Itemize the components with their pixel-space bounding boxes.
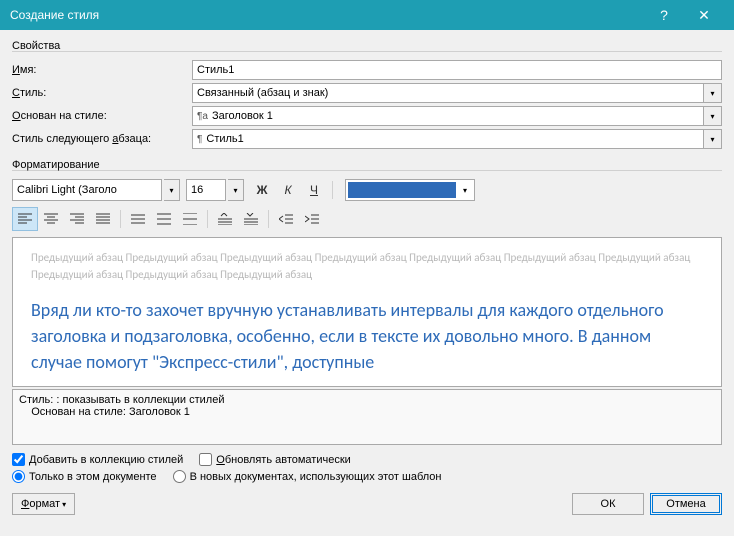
description-line: Основан на стиле: Заголовок 1 (19, 406, 715, 418)
bold-button[interactable]: Ж (250, 179, 274, 201)
font-color-select[interactable]: ▾ (345, 179, 475, 201)
para-space-decrease-button[interactable] (238, 207, 264, 231)
chevron-down-icon[interactable]: ▾ (704, 129, 722, 149)
preview-pane: Предыдущий абзац Предыдущий абзац Предыд… (12, 237, 722, 387)
line-spacing-1-button[interactable] (125, 207, 151, 231)
chevron-down-icon[interactable]: ▾ (164, 179, 180, 201)
line-spacing-2-button[interactable] (177, 207, 203, 231)
align-right-button[interactable] (64, 207, 90, 231)
preview-sample-text: Вряд ли кто-то захочет вручную устанавли… (31, 297, 703, 375)
title-text: Создание стиля (10, 8, 644, 22)
font-family-select[interactable]: Calibri Light (Заголо (12, 179, 162, 201)
chevron-down-icon[interactable]: ▾ (704, 83, 722, 103)
name-input[interactable] (192, 60, 722, 80)
auto-update-checkbox[interactable] (199, 453, 212, 466)
style-description: Стиль: : показывать в коллекции стилей О… (12, 389, 722, 445)
new-docs-radio[interactable] (173, 470, 186, 483)
add-to-collection-checkbox[interactable] (12, 453, 25, 466)
auto-update-label: Обновлять автоматически (216, 454, 351, 466)
only-this-doc-label: Только в этом документе (29, 471, 157, 483)
new-docs-label: В новых документах, использующих этот ша… (190, 471, 442, 483)
format-menu-button[interactable]: Формат ▾ (12, 493, 75, 515)
titlebar: Создание стиля ? ✕ (0, 0, 734, 30)
only-this-doc-radio[interactable] (12, 470, 25, 483)
based-on-select[interactable]: ¶aЗаголовок 1 (192, 106, 704, 126)
italic-button[interactable]: К (276, 179, 300, 201)
next-style-label: Стиль следующего абзаца: (12, 133, 192, 145)
next-style-select[interactable]: ¶Стиль1 (192, 129, 704, 149)
help-icon[interactable]: ? (644, 0, 684, 30)
align-left-button[interactable] (12, 207, 38, 231)
type-label: Стиль: (12, 87, 192, 99)
font-size-select[interactable]: 16 (186, 179, 226, 201)
cancel-button[interactable]: Отмена (650, 493, 722, 515)
align-center-button[interactable] (38, 207, 64, 231)
color-swatch (348, 182, 456, 198)
indent-increase-button[interactable] (299, 207, 325, 231)
based-on-label: Основан на стиле: (12, 110, 192, 122)
description-line: Стиль: : показывать в коллекции стилей (19, 394, 715, 406)
name-label: Имя: (12, 64, 192, 76)
ok-button[interactable]: ОК (572, 493, 644, 515)
type-select[interactable]: Связанный (абзац и знак) (192, 83, 704, 103)
close-icon[interactable]: ✕ (684, 0, 724, 30)
chevron-down-icon[interactable]: ▾ (704, 106, 722, 126)
add-to-collection-label: Добавить в коллекцию стилей (29, 454, 183, 466)
indent-decrease-button[interactable] (273, 207, 299, 231)
dialog-content: Свойства Имя: Стиль: Связанный (абзац и … (0, 30, 734, 525)
pilcrow-icon: ¶ (197, 134, 202, 145)
preview-prev-paragraph: Предыдущий абзац Предыдущий абзац Предыд… (31, 250, 703, 283)
line-spacing-15-button[interactable] (151, 207, 177, 231)
pilcrow-icon: ¶a (197, 111, 208, 122)
underline-button[interactable]: Ч (302, 179, 326, 201)
chevron-down-icon: ▾ (458, 186, 472, 195)
para-space-increase-button[interactable] (212, 207, 238, 231)
align-justify-button[interactable] (90, 207, 116, 231)
chevron-down-icon[interactable]: ▾ (228, 179, 244, 201)
